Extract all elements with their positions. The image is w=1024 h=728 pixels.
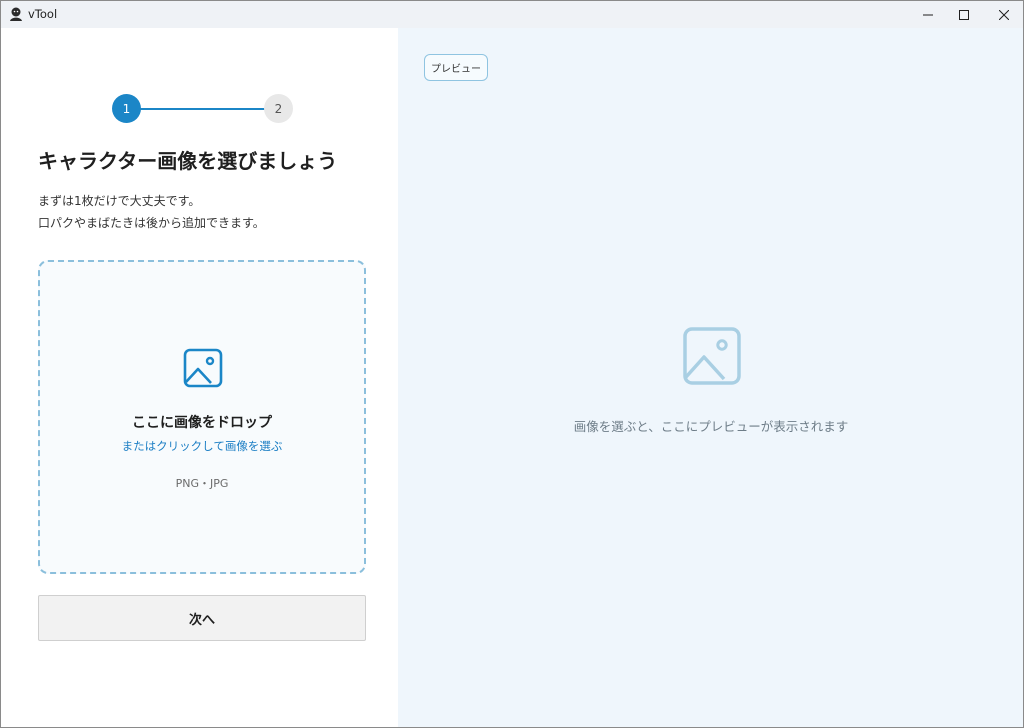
window-title: vTool bbox=[28, 7, 58, 21]
select-image-link[interactable]: またはクリックして画像を選ぶ bbox=[40, 438, 364, 454]
step-indicator-next: 2 bbox=[264, 94, 293, 123]
dropzone-title: ここに画像をドロップ bbox=[132, 415, 272, 431]
image-dropzone[interactable]: ここに画像をドロップ またはクリックして画像を選ぶ PNG・JPG bbox=[38, 260, 366, 574]
preview-panel: プレビュー 画像を選ぶと、ここにプレビューが表示されます bbox=[398, 28, 1023, 727]
tab-preview[interactable]: プレビュー bbox=[424, 54, 488, 81]
description-line-2: 口パクやまばたきは後から追加できます。 bbox=[38, 216, 265, 230]
app-logo-icon bbox=[10, 7, 22, 21]
preview-empty-message: 画像を選ぶと、ここにプレビューが表示されます bbox=[573, 419, 849, 434]
supported-formats: PNG・JPG bbox=[175, 477, 229, 490]
step-connector bbox=[139, 108, 265, 110]
app-window: vTool 1 2 キャラクター画像を選びましょう まずは1枚だけで大丈夫です。… bbox=[0, 0, 1024, 728]
next-button[interactable]: 次へ bbox=[38, 595, 366, 641]
image-icon bbox=[183, 348, 223, 388]
setup-panel: 1 2 キャラクター画像を選びましょう まずは1枚だけで大丈夫です。 口パクやま… bbox=[1, 28, 398, 727]
maximize-icon bbox=[959, 9, 969, 20]
page-title: キャラクター画像を選びましょう bbox=[38, 149, 338, 173]
close-button[interactable] bbox=[981, 1, 1023, 28]
step-indicator-current: 1 bbox=[112, 94, 141, 123]
title-bar: vTool bbox=[1, 1, 1023, 28]
image-placeholder-icon bbox=[683, 327, 741, 385]
description-line-1: まずは1枚だけで大丈夫です。 bbox=[38, 194, 201, 208]
close-icon bbox=[999, 9, 1009, 20]
minimize-icon bbox=[923, 14, 933, 15]
